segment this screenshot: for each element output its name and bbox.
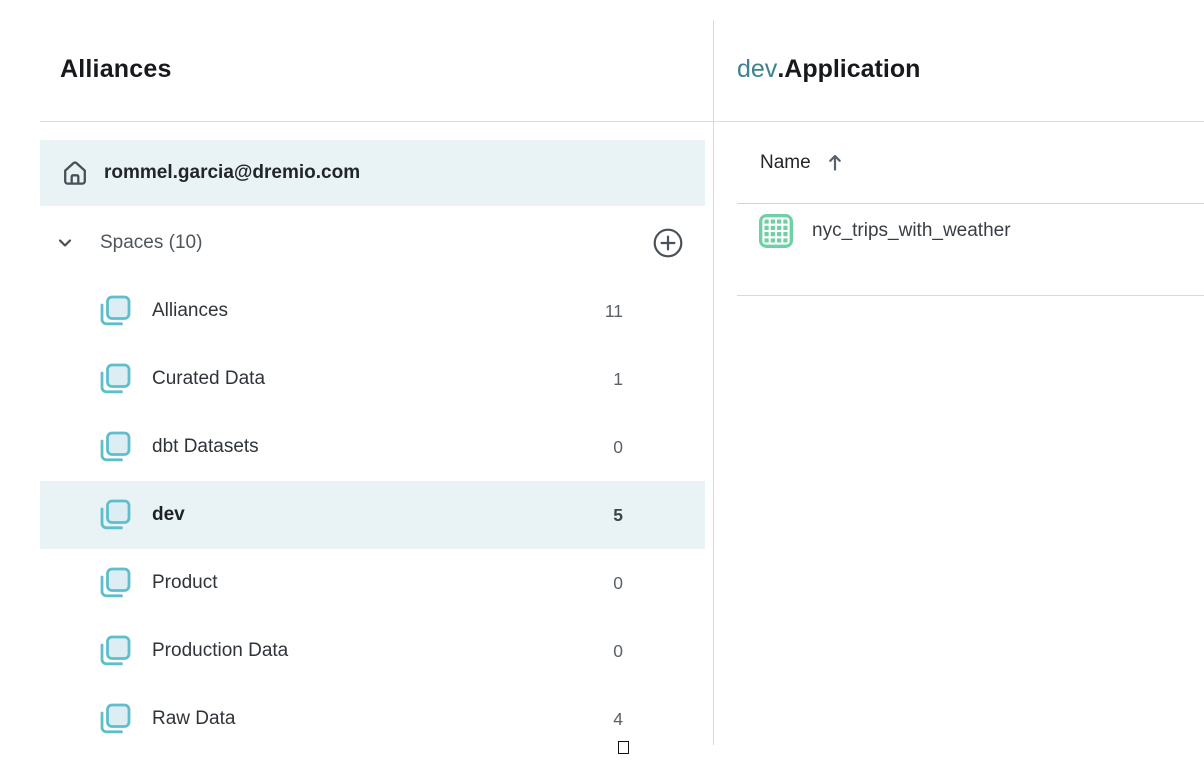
breadcrumb: dev.Application [737, 52, 920, 86]
dataset-table-icon [758, 213, 794, 249]
page-title: Alliances [60, 52, 172, 86]
space-item-count: 0 [613, 641, 623, 662]
add-space-button[interactable] [652, 227, 684, 259]
name-column-label: Name [760, 152, 811, 174]
space-icon [95, 563, 135, 603]
dataset-row-content: nyc_trips_with_weather [758, 213, 1204, 249]
home-item-label: rommel.garcia@dremio.com [104, 162, 360, 184]
space-icon [95, 631, 135, 671]
space-icon [95, 427, 135, 467]
space-icon [95, 495, 135, 535]
space-item-count: 5 [613, 505, 623, 526]
space-item-label: dev [152, 504, 185, 526]
arrow-up-icon [827, 152, 843, 173]
sidebar-space-item-product[interactable]: Product 0 [40, 549, 705, 617]
home-icon [60, 158, 90, 188]
sidebar-space-item-raw-data[interactable]: Raw Data 4 [40, 685, 705, 753]
sidebar-space-item-dbt-datasets[interactable]: dbt Datasets 0 [40, 413, 705, 481]
dataset-list: nyc_trips_with_weather [737, 213, 1204, 296]
space-item-label: Alliances [152, 300, 228, 322]
sidebar-space-item-alliances[interactable]: Alliances 11 [40, 277, 705, 345]
dataset-name-label: nyc_trips_with_weather [812, 220, 1011, 242]
space-item-label: Curated Data [152, 368, 265, 390]
space-item-label: Raw Data [152, 708, 235, 730]
spaces-section-label: Spaces (10) [100, 232, 202, 254]
spaces-list: Alliances 11 Curated Data 1 dbt Datasets… [40, 277, 705, 753]
space-item-count: 0 [613, 573, 623, 594]
space-icon [95, 291, 135, 331]
space-icon [95, 699, 135, 739]
chevron-down-icon[interactable] [55, 233, 75, 253]
space-item-label: dbt Datasets [152, 436, 259, 458]
breadcrumb-entity: Application [784, 55, 920, 83]
name-column-header[interactable]: Name [737, 122, 1204, 204]
space-item-count: 1 [613, 369, 623, 390]
space-item-label: Product [152, 572, 217, 594]
space-icon [95, 359, 135, 399]
breadcrumb-space-link[interactable]: dev [737, 55, 777, 83]
dataset-table: Name nyc_trips_with_weather [737, 122, 1204, 296]
space-item-count: 11 [605, 301, 623, 322]
spaces-section-header[interactable]: Spaces (10) [40, 213, 705, 273]
panel-divider [713, 20, 714, 745]
dataset-table-row[interactable]: nyc_trips_with_weather [737, 213, 1204, 296]
sidebar-space-item-production-data[interactable]: Production Data 0 [40, 617, 705, 685]
space-item-label: Production Data [152, 640, 288, 662]
sidebar-space-item-dev[interactable]: dev 5 [40, 481, 705, 549]
space-item-count: 4 [613, 709, 623, 730]
stray-glyph-box [618, 741, 629, 754]
home-space-item[interactable]: rommel.garcia@dremio.com [40, 140, 705, 206]
plus-circle-icon [652, 227, 684, 259]
sidebar-space-item-curated-data[interactable]: Curated Data 1 [40, 345, 705, 413]
space-item-count: 0 [613, 437, 623, 458]
